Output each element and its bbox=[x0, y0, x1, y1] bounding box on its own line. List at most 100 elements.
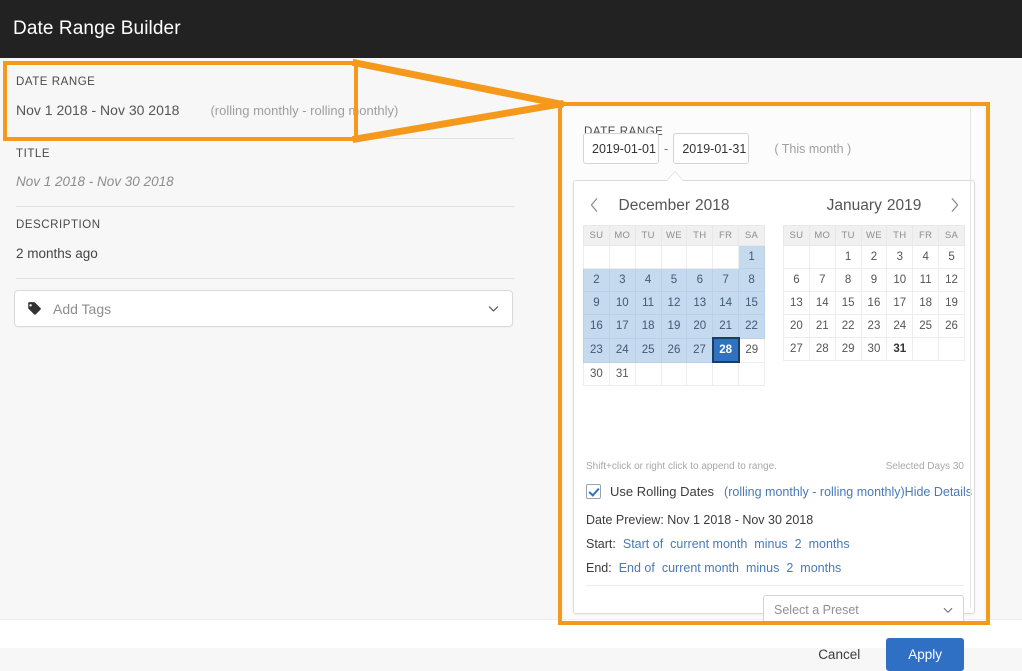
calendar-day-december-11[interactable]: 11 bbox=[635, 292, 661, 315]
calendar-day-january-6[interactable]: 6 bbox=[784, 269, 810, 292]
calendar-day-january-31[interactable]: 31 bbox=[887, 338, 913, 361]
chevron-right-icon[interactable] bbox=[943, 194, 965, 216]
calendar-day-january-3[interactable]: 3 bbox=[887, 246, 913, 269]
calendar-day-december-21[interactable]: 21 bbox=[713, 315, 739, 339]
calendar-day-january-19[interactable]: 19 bbox=[939, 292, 965, 315]
calendar-day-december-12[interactable]: 12 bbox=[661, 292, 687, 315]
calendar-day-january-18[interactable]: 18 bbox=[913, 292, 939, 315]
end-rule-period[interactable]: current month bbox=[662, 561, 739, 575]
start-rule-period[interactable]: current month bbox=[670, 537, 747, 551]
calendar-day-december-17[interactable]: 17 bbox=[609, 315, 635, 339]
weekday-su: SU bbox=[784, 226, 810, 246]
calendar-day-january-7[interactable]: 7 bbox=[809, 269, 835, 292]
start-date-input[interactable] bbox=[583, 133, 659, 164]
calendar-day-december-27[interactable]: 27 bbox=[687, 338, 713, 362]
calendar-day-december-13[interactable]: 13 bbox=[687, 292, 713, 315]
calendar-day-january-17[interactable]: 17 bbox=[887, 292, 913, 315]
calendar-day-january-25[interactable]: 25 bbox=[913, 315, 939, 338]
chevron-down-icon[interactable] bbox=[942, 604, 954, 616]
calendar-day-january-9[interactable]: 9 bbox=[861, 269, 887, 292]
end-date-input[interactable] bbox=[673, 133, 749, 164]
popup-caret-inner bbox=[666, 172, 684, 182]
chevron-left-icon[interactable] bbox=[583, 194, 605, 216]
end-rule-operator[interactable]: minus bbox=[746, 561, 779, 575]
calendar-day-january-14[interactable]: 14 bbox=[809, 292, 835, 315]
add-tags-placeholder: Add Tags bbox=[53, 301, 111, 317]
calendar-day-january-21[interactable]: 21 bbox=[809, 315, 835, 338]
calendar-day-december-7[interactable]: 7 bbox=[713, 269, 739, 292]
calendar-day-january-2[interactable]: 2 bbox=[861, 246, 887, 269]
weekday-mo: MO bbox=[809, 226, 835, 246]
calendar-day-january-8[interactable]: 8 bbox=[835, 269, 861, 292]
date-preview-text: Date Preview: Nov 1 2018 - Nov 30 2018 bbox=[586, 513, 813, 527]
calendar-day-december-20[interactable]: 20 bbox=[687, 315, 713, 339]
calendar-day-january-15[interactable]: 15 bbox=[835, 292, 861, 315]
calendar-day-empty bbox=[661, 246, 687, 269]
calendar-day-january-30[interactable]: 30 bbox=[861, 338, 887, 361]
apply-button[interactable]: Apply bbox=[886, 638, 964, 671]
calendar-day-december-18[interactable]: 18 bbox=[635, 315, 661, 339]
calendar-day-december-26[interactable]: 26 bbox=[661, 338, 687, 362]
calendar-day-december-15[interactable]: 15 bbox=[739, 292, 765, 315]
end-rule-amount[interactable]: 2 bbox=[786, 561, 793, 575]
calendar-day-december-6[interactable]: 6 bbox=[687, 269, 713, 292]
calendar-day-january-11[interactable]: 11 bbox=[913, 269, 939, 292]
end-rule-anchor[interactable]: End of bbox=[619, 561, 655, 575]
calendar-day-december-1[interactable]: 1 bbox=[739, 246, 765, 269]
calendar-day-january-5[interactable]: 5 bbox=[939, 246, 965, 269]
calendar-day-january-20[interactable]: 20 bbox=[784, 315, 810, 338]
calendar-day-january-4[interactable]: 4 bbox=[913, 246, 939, 269]
date-range-picker-popup: DATE RANGE - ( This month ) December201 bbox=[564, 108, 984, 619]
preset-select[interactable]: Select a Preset bbox=[763, 595, 964, 625]
calendar-day-january-23[interactable]: 23 bbox=[861, 315, 887, 338]
calendar-day-december-31[interactable]: 31 bbox=[609, 362, 635, 386]
hide-details-link[interactable]: Hide Details bbox=[905, 485, 972, 499]
calendar-day-january-29[interactable]: 29 bbox=[835, 338, 861, 361]
start-rule-amount[interactable]: 2 bbox=[795, 537, 802, 551]
calendar-day-december-8[interactable]: 8 bbox=[739, 269, 765, 292]
start-rule-anchor[interactable]: Start of bbox=[623, 537, 663, 551]
calendar-day-december-22[interactable]: 22 bbox=[739, 315, 765, 339]
calendar-day-december-25[interactable]: 25 bbox=[635, 338, 661, 362]
weekday-we: WE bbox=[861, 226, 887, 246]
calendar-day-january-1[interactable]: 1 bbox=[835, 246, 861, 269]
cancel-button[interactable]: Cancel bbox=[804, 639, 874, 670]
add-tags-select[interactable]: Add Tags bbox=[14, 290, 513, 327]
calendar-day-december-28[interactable]: 28 bbox=[713, 338, 739, 362]
calendar-day-january-22[interactable]: 22 bbox=[835, 315, 861, 338]
calendar-day-december-10[interactable]: 10 bbox=[609, 292, 635, 315]
weekday-mo: MO bbox=[609, 226, 635, 246]
calendar-day-december-24[interactable]: 24 bbox=[609, 338, 635, 362]
start-rule-operator[interactable]: minus bbox=[754, 537, 787, 551]
calendar-day-december-5[interactable]: 5 bbox=[661, 269, 687, 292]
chevron-down-icon[interactable] bbox=[487, 302, 500, 315]
calendar-december-title: December2018 bbox=[619, 197, 730, 215]
calendar-day-december-3[interactable]: 3 bbox=[609, 269, 635, 292]
calendar-day-december-2[interactable]: 2 bbox=[584, 269, 610, 292]
calendar-day-december-19[interactable]: 19 bbox=[661, 315, 687, 339]
calendar-day-december-4[interactable]: 4 bbox=[635, 269, 661, 292]
weekday-th: TH bbox=[887, 226, 913, 246]
end-rule-unit[interactable]: months bbox=[800, 561, 841, 575]
calendar-day-december-9[interactable]: 9 bbox=[584, 292, 610, 315]
date-range-field-value-row[interactable]: Nov 1 2018 - Nov 30 2018 (rolling monthl… bbox=[16, 102, 398, 118]
calendar-day-december-14[interactable]: 14 bbox=[713, 292, 739, 315]
calendar-day-december-29[interactable]: 29 bbox=[739, 338, 765, 362]
calendar-day-january-24[interactable]: 24 bbox=[887, 315, 913, 338]
description-field-value[interactable]: 2 months ago bbox=[16, 246, 98, 261]
calendar-day-december-16[interactable]: 16 bbox=[584, 315, 610, 339]
title-field-value[interactable]: Nov 1 2018 - Nov 30 2018 bbox=[16, 174, 174, 189]
calendar-day-december-30[interactable]: 30 bbox=[584, 362, 610, 386]
calendar-day-january-16[interactable]: 16 bbox=[861, 292, 887, 315]
use-rolling-dates-checkbox[interactable] bbox=[586, 484, 601, 499]
calendar-day-january-28[interactable]: 28 bbox=[809, 338, 835, 361]
start-rule-unit[interactable]: months bbox=[809, 537, 850, 551]
calendar-day-january-27[interactable]: 27 bbox=[784, 338, 810, 361]
weekday-header-row: SUMOTUWETHFRSA bbox=[784, 226, 965, 246]
calendar-december-year: 2018 bbox=[695, 197, 729, 214]
calendar-day-december-23[interactable]: 23 bbox=[584, 338, 610, 362]
calendar-day-january-13[interactable]: 13 bbox=[784, 292, 810, 315]
calendar-day-january-26[interactable]: 26 bbox=[939, 315, 965, 338]
calendar-day-january-10[interactable]: 10 bbox=[887, 269, 913, 292]
calendar-day-january-12[interactable]: 12 bbox=[939, 269, 965, 292]
